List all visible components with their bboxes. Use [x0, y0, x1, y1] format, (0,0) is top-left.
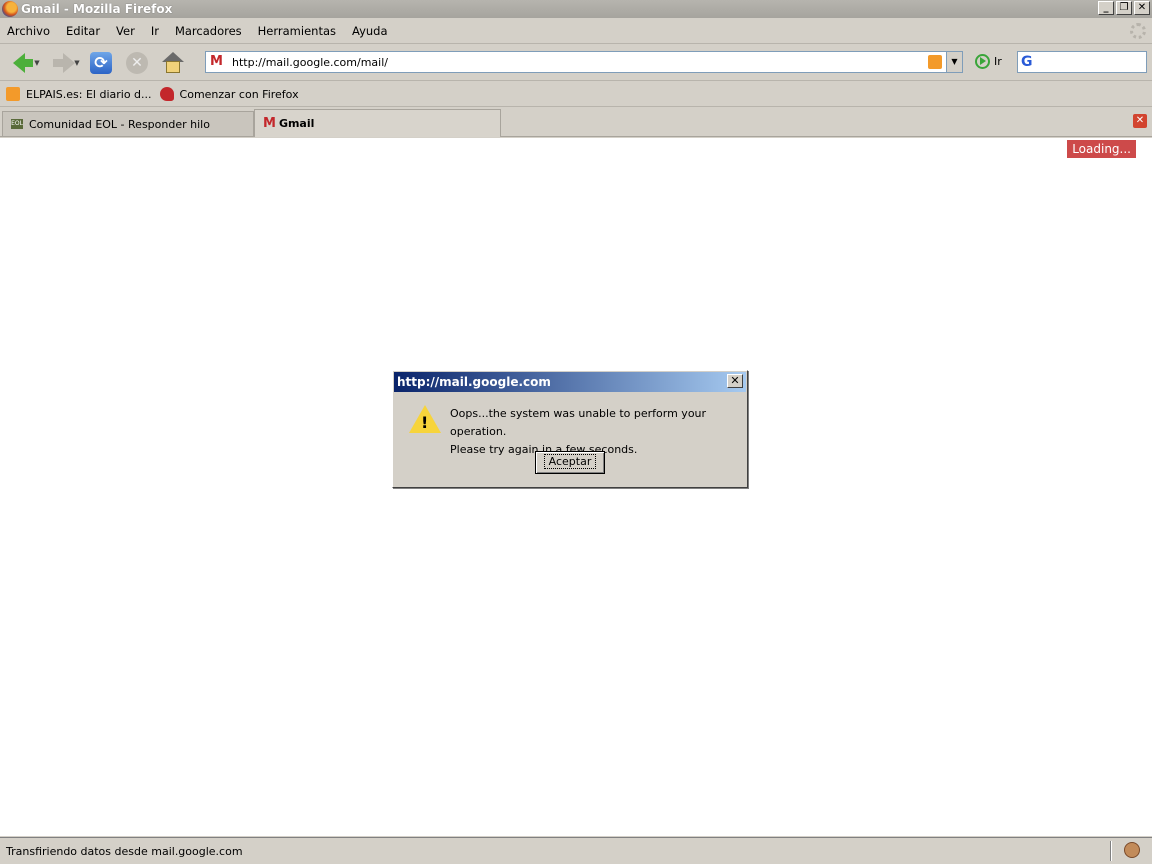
url-text[interactable]: http://mail.google.com/mail/: [232, 56, 388, 69]
stop-icon: ✕: [126, 51, 148, 74]
reload-icon: ⟳: [90, 51, 112, 74]
bookmark-label: ELPAIS.es: El diario d...: [26, 87, 152, 101]
tab-comunidad-eol[interactable]: EOL Comunidad EOL - Responder hilo: [2, 111, 254, 136]
close-tab-icon[interactable]: ✕: [1133, 114, 1147, 128]
stop-button[interactable]: ✕: [124, 50, 150, 76]
menu-bar: Archivo Editar Ver Ir Marcadores Herrami…: [0, 18, 1152, 44]
address-bar[interactable]: M http://mail.google.com/mail/ ▼: [205, 51, 963, 73]
eol-favicon-icon: EOL: [11, 119, 23, 129]
go-button[interactable]: Ir: [975, 54, 1002, 69]
forward-button[interactable]: [46, 50, 75, 76]
dialog-message-line1: Oops...the system was unable to perform …: [450, 407, 707, 438]
rss-feed-icon[interactable]: [928, 55, 942, 69]
status-addon-icon[interactable]: [1124, 842, 1140, 858]
dialog-titlebar: http://mail.google.com ✕: [394, 372, 746, 392]
dialog-title: http://mail.google.com: [397, 375, 551, 389]
firefox-bookmark-icon: [159, 87, 174, 101]
bookmark-elpais[interactable]: ELPAIS.es: El diario d...: [6, 87, 152, 101]
menu-marcadores[interactable]: Marcadores: [175, 24, 242, 38]
bookmark-comenzar-firefox[interactable]: Comenzar con Firefox: [159, 87, 299, 101]
window-titlebar: Gmail - Mozilla Firefox _ ❐ ✕: [0, 0, 1152, 18]
go-arrow-icon: [975, 54, 990, 69]
rss-bookmark-icon: [6, 87, 20, 101]
menu-herramientas[interactable]: Herramientas: [258, 24, 336, 38]
menu-ir[interactable]: Ir: [151, 24, 159, 38]
back-history-dropdown[interactable]: ▼: [32, 59, 42, 67]
status-text: Transfiriendo datos desde mail.google.co…: [6, 844, 243, 858]
tab-label: Comunidad EOL - Responder hilo: [29, 117, 210, 131]
window-controls: _ ❐ ✕: [1098, 1, 1150, 15]
navigation-toolbar: ▼ ▼ ⟳ ✕ M http://mail.google.com/mail/ ▼…: [0, 45, 1152, 81]
gmail-favicon-icon: M: [263, 116, 276, 131]
back-button[interactable]: [6, 50, 33, 76]
gmail-favicon-icon: M: [210, 54, 223, 69]
window-title: Gmail - Mozilla Firefox: [21, 2, 173, 16]
home-icon: [162, 51, 184, 74]
loading-indicator: Loading...: [1067, 140, 1136, 158]
bookmark-label: Comenzar con Firefox: [179, 87, 299, 101]
firefox-icon: [2, 1, 18, 17]
forward-arrow-icon: [53, 52, 75, 73]
google-search-icon[interactable]: G: [1021, 54, 1037, 70]
go-label: Ir: [994, 55, 1002, 68]
restore-button[interactable]: ❐: [1116, 1, 1132, 15]
reload-button[interactable]: ⟳: [88, 50, 114, 76]
tab-bar: EOL Comunidad EOL - Responder hilo M Gma…: [0, 108, 1152, 137]
dialog-close-button[interactable]: ✕: [727, 374, 743, 388]
home-button[interactable]: [160, 50, 186, 76]
back-arrow-icon: [13, 52, 33, 73]
alert-dialog: http://mail.google.com ✕ ! Oops...the sy…: [392, 370, 748, 488]
menu-ver[interactable]: Ver: [116, 24, 135, 38]
status-bar: Transfiriendo datos desde mail.google.co…: [0, 837, 1152, 864]
menu-archivo[interactable]: Archivo: [7, 24, 50, 38]
close-window-button[interactable]: ✕: [1134, 1, 1150, 15]
menu-editar[interactable]: Editar: [66, 24, 100, 38]
accept-button[interactable]: Aceptar: [535, 451, 605, 474]
tab-label: Gmail: [278, 117, 315, 130]
tab-gmail[interactable]: M Gmail: [254, 109, 501, 137]
minimize-button[interactable]: _: [1098, 1, 1114, 15]
bookmarks-toolbar: ELPAIS.es: El diario d... Comenzar con F…: [0, 82, 1152, 107]
url-history-dropdown[interactable]: ▼: [946, 52, 962, 72]
search-input[interactable]: G: [1017, 51, 1147, 73]
throbber-icon: [1130, 23, 1146, 39]
menu-ayuda[interactable]: Ayuda: [352, 24, 388, 38]
